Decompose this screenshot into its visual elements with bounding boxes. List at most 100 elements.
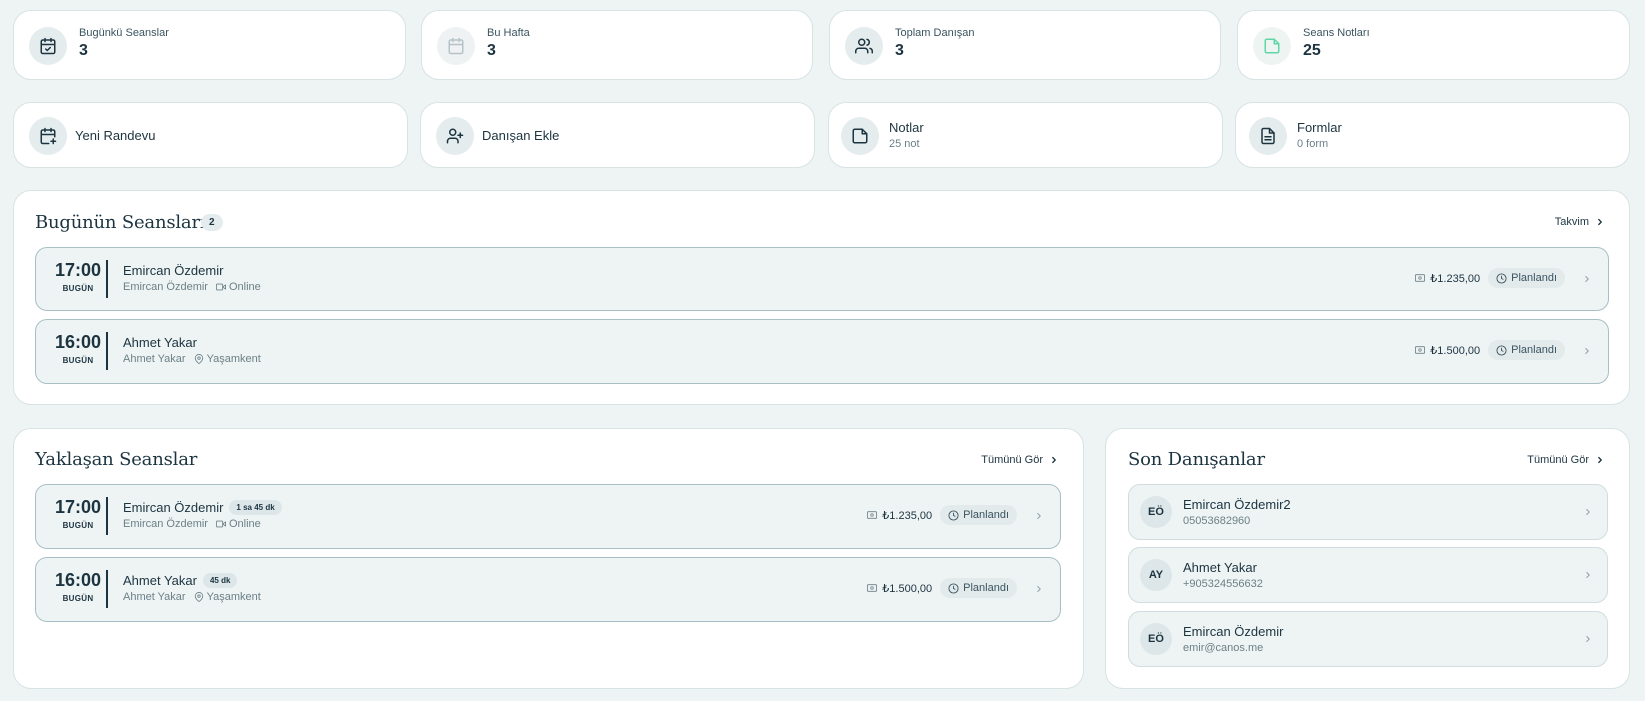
chevron-right-icon — [1037, 512, 1041, 520]
client-row[interactable]: EÖ Emircan Özdemir2 05053682960 — [1128, 484, 1608, 540]
day-label: BUGÜN — [62, 521, 94, 530]
calendar-plus-icon — [29, 117, 67, 155]
status-label: Planlandı — [963, 509, 1009, 521]
add-client-button[interactable]: Danışan Ekle — [420, 102, 815, 168]
chevron-right-icon — [1052, 456, 1056, 464]
day-label: BUGÜN — [62, 284, 94, 293]
video-icon — [215, 520, 226, 528]
stat-card-notes: Seans Notları 25 — [1237, 10, 1630, 80]
day-label: BUGÜN — [62, 594, 94, 603]
session-meta: Emircan Özdemir Online — [123, 518, 261, 530]
location: Yaşamkent — [194, 591, 261, 603]
session-right: ₺1.235,00 Planlandı — [867, 505, 1017, 525]
status-badge: Planlandı — [1488, 340, 1565, 360]
forms-button[interactable]: Formlar 0 form — [1235, 102, 1630, 168]
session-name: Ahmet Yakar — [123, 335, 197, 350]
session-meta: Emircan Özdemir Online — [123, 281, 261, 293]
chevron-right-icon — [1598, 218, 1602, 226]
session-count-badge: 2 — [201, 214, 223, 231]
clock-icon — [948, 509, 959, 521]
action-sub: 0 form — [1297, 138, 1329, 150]
day-label: BUGÜN — [62, 356, 94, 365]
link-label: Tümünü Gör — [1527, 454, 1589, 466]
link-label: Tümünü Gör — [981, 454, 1043, 466]
note-icon — [1253, 27, 1291, 65]
client-name: Emircan Özdemir2 — [1183, 497, 1291, 512]
client-contact: +905324556632 — [1183, 578, 1263, 590]
client-name: Ahmet Yakar — [123, 591, 186, 603]
calendar-link[interactable]: Takvim — [1555, 216, 1605, 228]
note-icon — [841, 117, 879, 155]
session-row[interactable]: 17:00 BUGÜN Emircan Özdemir 1 sa 45 dk Em… — [35, 484, 1061, 549]
notes-button[interactable]: Notlar 25 not — [828, 102, 1223, 168]
price-value: ₺1.235,00 — [882, 509, 933, 522]
client-row[interactable]: AY Ahmet Yakar +905324556632 — [1128, 547, 1608, 603]
section-title: Son Danışanlar — [1128, 449, 1265, 470]
calendar-icon — [437, 27, 475, 65]
status-badge: Planlandı — [940, 505, 1017, 525]
session-name-wrap: Emircan Özdemir 1 sa 45 dk — [123, 500, 282, 515]
section-title: Yaklaşan Seanslar — [35, 449, 198, 470]
session-meta: Ahmet Yakar Yaşamkent — [123, 353, 261, 365]
client-name: Ahmet Yakar — [1183, 560, 1257, 575]
stat-label: Bugünkü Seanslar — [79, 27, 169, 39]
stat-value: 25 — [1303, 42, 1321, 59]
price-value: ₺1.500,00 — [882, 582, 933, 595]
stat-card-today: Bugünkü Seanslar 3 — [13, 10, 406, 80]
time-value: 17:00 — [54, 497, 102, 517]
chevron-right-icon — [1586, 571, 1590, 579]
client-name: Emircan Özdemir — [123, 281, 208, 293]
status-badge: Planlandı — [1488, 268, 1565, 288]
users-icon — [845, 27, 883, 65]
upcoming-sessions-panel: Yaklaşan Seanslar Tümünü Gör 17:00 BUGÜN… — [13, 428, 1084, 689]
time-value: 17:00 — [54, 260, 102, 280]
map-pin-icon — [194, 592, 203, 602]
stat-label: Toplam Danışan — [895, 27, 975, 39]
duration-badge: 45 dk — [202, 573, 238, 588]
session-row[interactable]: 16:00 BUGÜN Ahmet Yakar 45 dk Ahmet Yakar… — [35, 557, 1061, 622]
client-contact: 05053682960 — [1183, 515, 1251, 527]
session-time: 16:00 BUGÜN — [46, 332, 110, 365]
stat-value: 3 — [79, 42, 88, 59]
status-label: Planlandı — [963, 582, 1009, 594]
action-title: Danışan Ekle — [482, 128, 560, 143]
stat-label: Seans Notları — [1303, 27, 1370, 39]
client-name: Emircan Özdemir — [1183, 624, 1284, 639]
client-row[interactable]: EÖ Emircan Özdemir emir@canos.me — [1128, 611, 1608, 667]
banknote-icon — [1415, 346, 1426, 354]
price: ₺1.235,00 — [1415, 272, 1480, 285]
location-label: Online — [228, 281, 261, 293]
see-all-link[interactable]: Tümünü Gör — [981, 454, 1059, 466]
location-label: Yaşamkent — [206, 591, 261, 603]
status-label: Planlandı — [1511, 344, 1557, 356]
clock-icon — [948, 582, 959, 594]
session-right: ₺1.500,00 Planlandı — [1415, 340, 1565, 360]
action-sub: 25 not — [889, 138, 920, 150]
action-title: Formlar — [1297, 120, 1342, 135]
session-row[interactable]: 17:00 BUGÜN Emircan Özdemir Emircan Özde… — [35, 247, 1609, 311]
stat-card-week: Bu Hafta 3 — [421, 10, 813, 80]
clock-icon — [1496, 272, 1507, 284]
today-sessions-panel: Bugünün Seansları 2 Takvim 17:00 BUGÜN E… — [13, 190, 1630, 405]
avatar: AY — [1140, 559, 1172, 591]
stat-card-clients: Toplam Danışan 3 — [829, 10, 1221, 80]
link-label: Takvim — [1554, 216, 1589, 228]
see-all-link[interactable]: Tümünü Gör — [1527, 454, 1605, 466]
action-title: Notlar — [889, 120, 924, 135]
map-pin-icon — [194, 354, 203, 364]
stat-label: Bu Hafta — [487, 27, 530, 39]
chevron-right-icon — [1586, 635, 1590, 643]
status-label: Planlandı — [1511, 272, 1557, 284]
session-right: ₺1.235,00 Planlandı — [1415, 268, 1565, 288]
price-value: ₺1.235,00 — [1430, 272, 1481, 285]
new-appointment-button[interactable]: Yeni Randevu — [13, 102, 408, 168]
file-text-icon — [1249, 117, 1287, 155]
chevron-right-icon — [1037, 585, 1041, 593]
chevron-right-icon — [1585, 347, 1589, 355]
price: ₺1.500,00 — [1415, 344, 1480, 357]
time-value: 16:00 — [54, 570, 102, 590]
user-plus-icon — [436, 117, 474, 155]
session-name: Emircan Özdemir — [123, 500, 224, 515]
chevron-right-icon — [1586, 508, 1590, 516]
session-row[interactable]: 16:00 BUGÜN Ahmet Yakar Ahmet Yakar Yaşa… — [35, 319, 1609, 384]
